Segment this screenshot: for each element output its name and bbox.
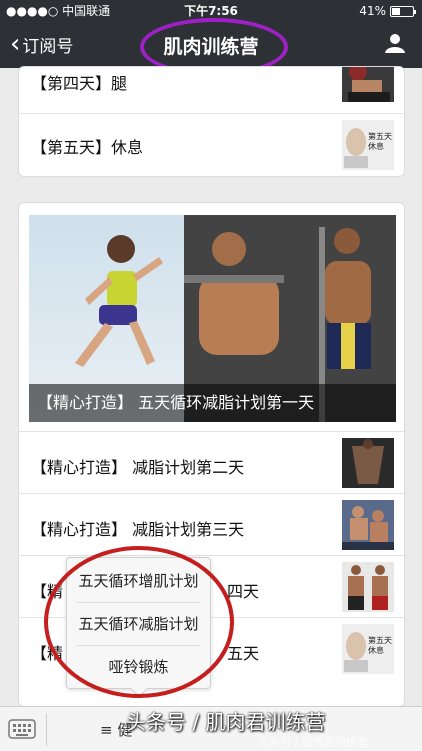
bar-divider [46, 713, 47, 746]
watermark: 头条号 / 肌肉君训练营 [126, 710, 326, 734]
list-item-title: 【精心打造】 减脂计划第三天 [31, 520, 245, 539]
battery-status: 41% [359, 0, 416, 22]
thumbnail-text: 第五天 休息 [368, 132, 392, 151]
leg-workout-thumbnail [342, 67, 394, 102]
list-item[interactable]: 【第五天】休息 第五天 休息 [19, 113, 404, 176]
article-card: 【第四天】腿 【第五天】休息 第五天 休息 [18, 66, 405, 177]
rest-day-thumbnail: 第五天 休息 [342, 624, 394, 674]
rest-day-thumbnail: 第五天 休息 [342, 120, 394, 170]
hero-article[interactable]: 【精心打造】 五天循环减脂计划第一天 [29, 215, 396, 422]
thumbnail-text: 第五天 休息 [368, 636, 392, 655]
list-item-title: 【第四天】腿 [31, 74, 128, 93]
hero-caption: 【精心打造】 五天循环减脂计划第一天 [29, 384, 396, 422]
list-item[interactable]: 【精心打造】 减脂计划第二天 [19, 431, 404, 493]
keyboard-icon[interactable] [8, 717, 36, 741]
back-muscle-thumbnail [342, 438, 394, 488]
gym-thumbnail [342, 500, 394, 550]
battery-percent: 41% [359, 4, 386, 18]
list-item-title-tail: 五天 [227, 644, 260, 663]
annotation-circle [44, 546, 234, 698]
battery-icon [390, 5, 416, 17]
list-item-title: 【精心打造】 减脂计划第二天 [31, 458, 245, 477]
list-item-title: 【第五天】休息 [31, 138, 144, 157]
profile-icon[interactable] [384, 32, 406, 54]
athletes-thumbnail [342, 562, 394, 612]
list-item-title-tail: 四天 [227, 582, 260, 601]
list-item[interactable]: 【精心打造】 减脂计划第三天 [19, 493, 404, 555]
list-item[interactable]: 【第四天】腿 [19, 67, 404, 112]
watermark-faint: 头条号 / 肌肉君训练营 [258, 736, 368, 749]
